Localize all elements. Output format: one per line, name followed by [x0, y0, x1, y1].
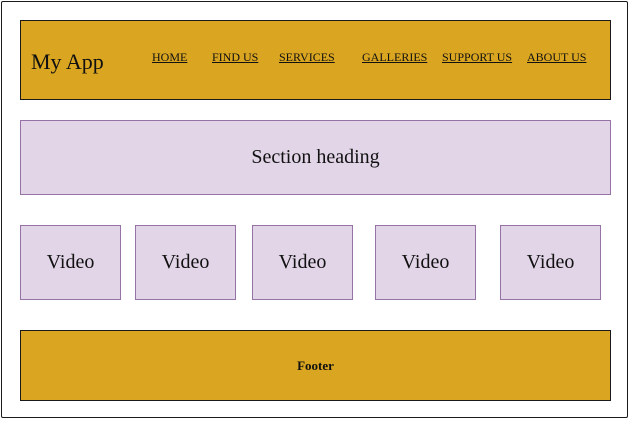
nav-link-galleries[interactable]: GALLERIES: [362, 50, 427, 65]
video-tile[interactable]: Video: [252, 225, 353, 300]
footer-label: Footer: [297, 357, 334, 373]
video-label: Video: [401, 251, 450, 273]
header-bar: My App HOME FIND US SERVICES GALLERIES S…: [20, 20, 611, 100]
video-label: Video: [278, 251, 327, 273]
video-tile[interactable]: Video: [20, 225, 121, 300]
nav-link-about-us[interactable]: ABOUT US: [527, 50, 586, 65]
nav-link-support-us[interactable]: SUPPORT US: [442, 50, 512, 65]
nav-link-services[interactable]: SERVICES: [279, 50, 335, 65]
video-tile[interactable]: Video: [375, 225, 476, 300]
section-heading: Section heading: [251, 146, 380, 168]
nav-link-find-us[interactable]: FIND US: [212, 50, 258, 65]
video-label: Video: [46, 251, 95, 273]
video-tile[interactable]: Video: [135, 225, 236, 300]
footer-bar: Footer: [20, 330, 611, 401]
app-title: My App: [31, 49, 104, 74]
video-label: Video: [161, 251, 210, 273]
video-tile[interactable]: Video: [500, 225, 601, 300]
nav-link-home[interactable]: HOME: [152, 50, 187, 65]
video-label: Video: [526, 251, 575, 273]
section-heading-panel: Section heading: [20, 120, 611, 195]
